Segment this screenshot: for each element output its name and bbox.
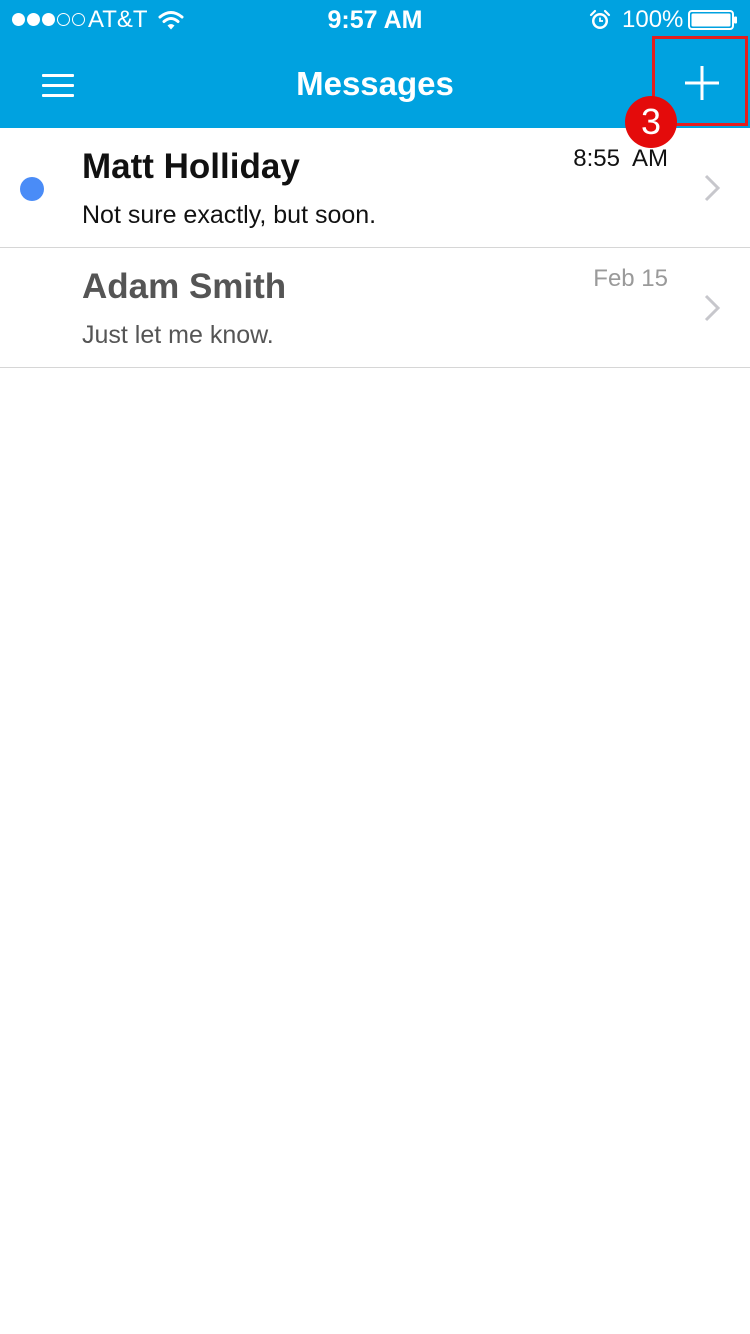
battery-icon bbox=[688, 10, 737, 30]
message-time: 8:55 AM bbox=[573, 145, 668, 172]
alarm-clock-icon bbox=[589, 9, 611, 29]
contact-name: Matt Holliday bbox=[82, 147, 300, 186]
page-title: Messages bbox=[296, 65, 454, 102]
contact-name: Adam Smith bbox=[82, 267, 287, 306]
plus-icon bbox=[685, 66, 719, 100]
chevron-right-icon bbox=[704, 294, 721, 322]
message-preview: Just let me know. bbox=[82, 321, 274, 349]
message-preview: Not sure exactly, but soon. bbox=[82, 201, 377, 229]
message-time: Feb 15 bbox=[593, 265, 668, 292]
status-bar: AT&T 9:57 AM 100% bbox=[0, 0, 750, 40]
unread-indicator bbox=[20, 177, 44, 201]
message-row[interactable]: Adam Smith Just let me know. Feb 15 bbox=[0, 248, 750, 368]
chevron-right-icon bbox=[704, 174, 721, 202]
battery-percentage: 100% bbox=[622, 6, 684, 33]
message-row[interactable]: Matt Holliday Not sure exactly, but soon… bbox=[0, 128, 750, 248]
